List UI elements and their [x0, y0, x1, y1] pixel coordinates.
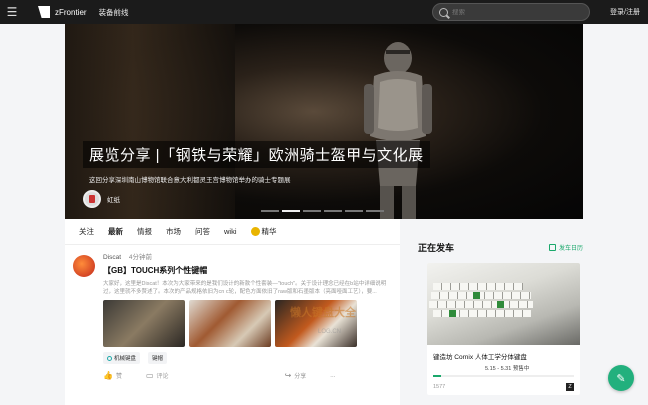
menu-icon[interactable]: ☰	[0, 0, 24, 24]
banner-author[interactable]: 虹纸	[83, 190, 120, 208]
banner-title[interactable]: 展览分享 |「钢铁与荣耀」欧洲骑士盔甲与文化展	[83, 141, 430, 168]
compose-button[interactable]: ✎	[608, 365, 634, 391]
post-actions: 👍 赞 ▭ 评论 ↪ 分享 ...	[103, 371, 390, 380]
comment-icon: ▭	[145, 371, 154, 380]
tag-label: 机械键盘	[114, 356, 137, 362]
carousel-dot[interactable]	[261, 210, 279, 212]
avatar[interactable]	[73, 255, 95, 277]
post-tags: 机械键盘 键帽	[103, 352, 390, 364]
post-time: 4分钟前	[128, 254, 152, 261]
top-navbar: ☰ zFrontier 装备前线 登录/注册	[0, 0, 648, 24]
tab-wiki[interactable]: wiki	[224, 227, 237, 236]
product-image[interactable]	[427, 263, 580, 345]
post-title[interactable]: 【GB】TOUCH系列个性键帽	[103, 265, 390, 276]
carousel-indicators	[261, 210, 384, 212]
knight-armor-image	[364, 42, 432, 219]
presale-dates: 5.15 - 5.31 预售中	[427, 361, 580, 375]
carousel-dot[interactable]	[324, 210, 342, 212]
presale-date-text: 5.15 - 5.31 预售中	[485, 366, 530, 372]
sidebar-header: 正在发车 发车日历	[418, 241, 583, 254]
post-author[interactable]: Discat	[103, 254, 121, 261]
tab-jinghua-label: 精华	[261, 227, 277, 236]
featured-banner[interactable]: 展览分享 |「钢铁与荣耀」欧洲骑士盔甲与文化展 这回分享深圳南山博物馆联合意大利…	[65, 24, 583, 219]
author-name[interactable]: 虹纸	[107, 194, 120, 204]
share-icon: ↪	[284, 371, 292, 380]
share-button[interactable]: ↪ 分享	[285, 371, 307, 380]
tab-guanzhu[interactable]: 关注	[79, 226, 94, 237]
zfrontier-logo-icon	[38, 6, 50, 18]
comment-button[interactable]: ▭ 评论	[146, 371, 169, 380]
carousel-dot[interactable]	[303, 210, 321, 212]
post-image[interactable]	[103, 300, 185, 347]
tag-chip[interactable]: 键帽	[148, 352, 168, 364]
tab-jinghua[interactable]: 精华	[250, 226, 277, 237]
calendar-link-label: 发车日历	[558, 246, 583, 252]
thumbs-up-icon: 👍	[103, 371, 113, 380]
post-image[interactable]	[189, 300, 271, 347]
post-excerpt: 大家好，这里是Discat！本次为大家带来的是我们设计的新款个性套装—"touc…	[103, 281, 387, 295]
brand-logo[interactable]: zFrontier	[38, 6, 87, 18]
like-button[interactable]: 👍 赞	[103, 371, 122, 380]
calendar-icon	[548, 244, 556, 251]
search-icon[interactable]	[439, 7, 448, 17]
product-title[interactable]: 键造坊 Cornix 人体工学分体键盘	[427, 345, 580, 361]
share-label: 分享	[294, 374, 307, 380]
pencil-icon: ✎	[616, 372, 626, 385]
participant-count: 1577	[433, 384, 446, 390]
card-footer: 1577 Z	[427, 381, 580, 395]
z-badge-icon: Z	[566, 383, 574, 391]
search-box[interactable]	[432, 3, 590, 21]
section-title: 正在发车	[418, 243, 455, 253]
right-sidebar: 正在发车 发车日历 键造坊 Cornix 人体工学分体键盘 5.15 - 5.3…	[418, 241, 583, 395]
tab-wenda[interactable]: 问答	[195, 226, 210, 237]
like-label: 赞	[115, 374, 122, 380]
tab-qingbao[interactable]: 情报	[137, 226, 152, 237]
more-label: ...	[330, 372, 336, 379]
group-buy-card[interactable]: 键造坊 Cornix 人体工学分体键盘 5.15 - 5.31 预售中 1577…	[427, 263, 580, 395]
carousel-dot-active[interactable]	[282, 210, 300, 212]
tab-shichang[interactable]: 市场	[166, 226, 181, 237]
sparkle-icon	[250, 227, 260, 236]
watermark-text: 懒人键盘大全	[290, 307, 356, 319]
calendar-link[interactable]: 发车日历	[548, 243, 583, 252]
feed-tabs: 关注 最新 情报 市场 问答 wiki 精华	[65, 219, 400, 245]
tag-icon	[107, 355, 112, 361]
login-register-link[interactable]: 登录/注册	[610, 7, 640, 17]
post-meta: Discat 4分钟前	[103, 251, 390, 261]
carousel-dot[interactable]	[345, 210, 363, 212]
progress-fill	[433, 375, 442, 377]
banner-subtitle: 这回分享深圳南山博物馆联合意大利都灵王宫博物馆举办的骑士专题展	[89, 177, 291, 184]
avatar[interactable]	[83, 190, 101, 208]
brand-name: zFrontier	[55, 7, 87, 17]
more-button[interactable]: ...	[330, 373, 335, 379]
comment-label: 评论	[156, 374, 169, 380]
tag-label: 键帽	[152, 356, 164, 362]
watermark-subtext: LOG.CN	[318, 329, 342, 335]
tab-zuixin[interactable]: 最新	[108, 226, 123, 237]
nav-link-zhuangbei[interactable]: 装备前线	[99, 7, 129, 18]
tag-chip[interactable]: 机械键盘	[103, 352, 141, 364]
progress-bar	[433, 375, 574, 377]
carousel-dot[interactable]	[366, 210, 384, 212]
search-input[interactable]	[452, 8, 572, 16]
